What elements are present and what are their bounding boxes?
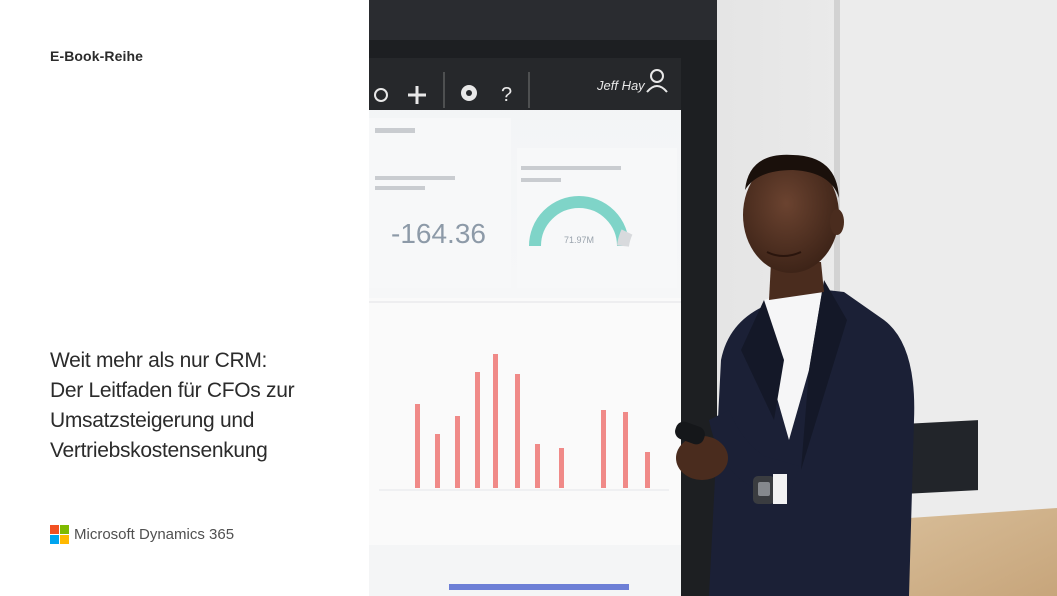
presenter-photo-illustration: ? Jeff Hay -164.36 71.97M	[369, 0, 1057, 596]
screen-bar	[559, 448, 564, 488]
screen-gauge-value: 71.97M	[564, 235, 594, 245]
brand-name: Microsoft Dynamics 365	[74, 526, 235, 543]
microsoft-logo-icon	[50, 525, 69, 544]
logo-square-green	[60, 525, 69, 534]
brand: Microsoft Dynamics 365	[50, 525, 234, 544]
presenter-hand	[676, 436, 728, 480]
screen-bar	[515, 374, 520, 488]
screen-bar	[623, 412, 628, 488]
title-line-4: Vertriebskostensenkung	[50, 439, 268, 462]
cover-title: Weit mehr als nur CRM: Der Leitfaden für…	[50, 346, 350, 466]
settings-icon	[461, 85, 477, 101]
title-line-3: Umsatzsteigerung und	[50, 409, 255, 432]
screen-user-name: Jeff Hay	[596, 78, 646, 93]
title-line-1: Weit mehr als nur CRM:	[50, 349, 268, 372]
screen-kpi-value: -164.36	[391, 218, 486, 249]
logo-square-blue	[50, 535, 59, 544]
screen-bar	[475, 372, 480, 488]
screen-bar	[493, 354, 498, 488]
cover-photo: ? Jeff Hay -164.36 71.97M	[369, 0, 1057, 596]
help-icon: ?	[501, 84, 512, 106]
screen-bar	[455, 416, 460, 488]
screen-bar	[415, 404, 420, 488]
logo-square-red	[50, 525, 59, 534]
title-line-2: Der Leitfaden für CFOs zur	[50, 379, 295, 402]
screen-bar	[535, 444, 540, 488]
series-label: E-Book-Reihe	[50, 48, 143, 64]
screen-bar	[435, 434, 440, 488]
screen-bar	[601, 410, 606, 488]
logo-square-yellow	[60, 535, 69, 544]
screen-bar	[645, 452, 650, 488]
cover-text-panel: E-Book-Reihe Weit mehr als nur CRM: Der …	[0, 0, 369, 596]
